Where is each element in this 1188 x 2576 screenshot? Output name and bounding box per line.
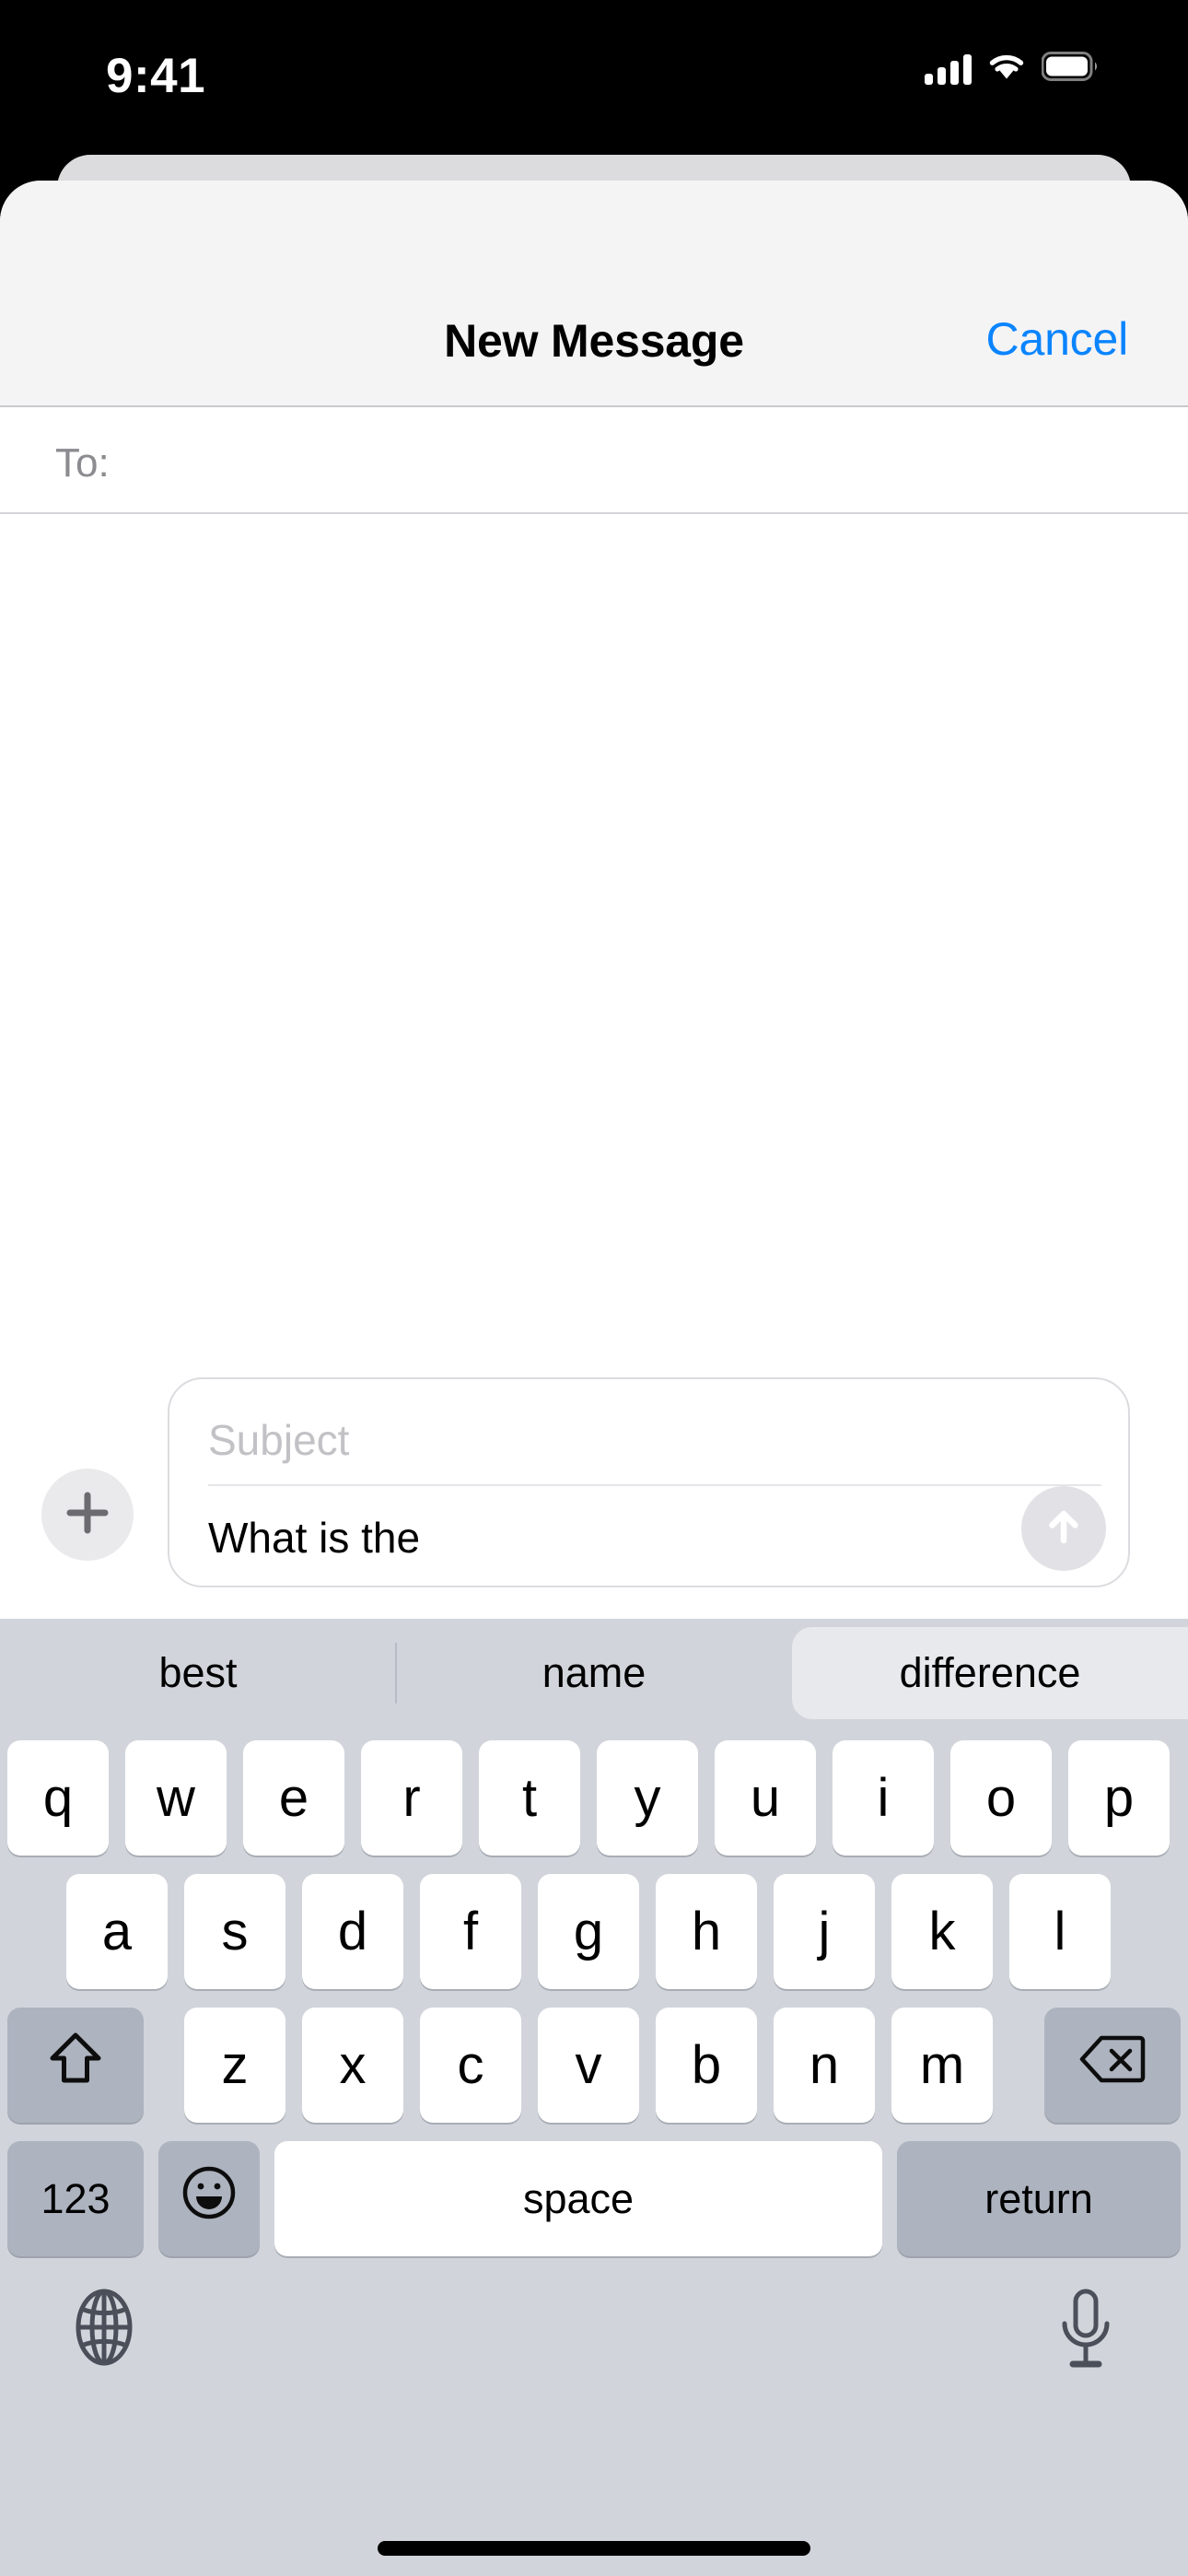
- key-v[interactable]: v: [538, 2008, 639, 2123]
- compose-input-bubble[interactable]: Subject What is the: [168, 1377, 1130, 1587]
- to-field-label: To:: [55, 440, 110, 486]
- message-text-input[interactable]: What is the: [208, 1493, 1019, 1582]
- key-w[interactable]: w: [125, 1740, 227, 1856]
- key-j[interactable]: j: [774, 1874, 875, 1989]
- prediction-candidate-selected[interactable]: difference: [792, 1627, 1188, 1719]
- wifi-icon: [986, 51, 1027, 87]
- key-x[interactable]: x: [302, 2008, 403, 2123]
- numbers-key[interactable]: 123: [7, 2141, 144, 2256]
- plus-icon: [62, 1487, 113, 1543]
- key-p[interactable]: p: [1068, 1740, 1170, 1856]
- delete-backward-icon: [1078, 2033, 1147, 2098]
- key-y[interactable]: y: [597, 1740, 698, 1856]
- backspace-key[interactable]: [1044, 2008, 1181, 2123]
- prediction-candidate[interactable]: best: [0, 1619, 396, 1727]
- home-indicator: [378, 2541, 810, 2556]
- keyboard-row-4: 123 space return: [0, 2141, 1188, 2256]
- status-bar-time: 9:41: [106, 49, 206, 103]
- key-k[interactable]: k: [891, 1874, 993, 1989]
- keyboard-utility-row: [0, 2277, 1188, 2442]
- space-key[interactable]: space: [274, 2141, 882, 2256]
- navigation-header: New Message Cancel: [0, 181, 1188, 407]
- key-z[interactable]: z: [184, 2008, 285, 2123]
- key-i[interactable]: i: [833, 1740, 934, 1856]
- key-b[interactable]: b: [656, 2008, 757, 2123]
- status-bar: 9:41: [0, 0, 1188, 147]
- key-g[interactable]: g: [538, 1874, 639, 1989]
- key-a[interactable]: a: [66, 1874, 168, 1989]
- subject-input[interactable]: Subject: [208, 1399, 1074, 1481]
- keyboard-row-1: q w e r t y u i o p: [0, 1740, 1188, 1856]
- key-h[interactable]: h: [656, 1874, 757, 1989]
- key-t[interactable]: t: [479, 1740, 580, 1856]
- globe-icon[interactable]: [63, 2286, 146, 2369]
- microphone-icon[interactable]: [1053, 2286, 1119, 2374]
- attach-button[interactable]: [41, 1469, 134, 1561]
- key-q[interactable]: q: [7, 1740, 109, 1856]
- key-r[interactable]: r: [361, 1740, 462, 1856]
- iphone-screen: 9:41 New Message Cancel To: Subject What…: [0, 0, 1188, 2576]
- arrow-up-icon: [1039, 1502, 1089, 1556]
- predictive-text-bar: best name difference: [0, 1619, 1188, 1727]
- shift-key[interactable]: [7, 2008, 144, 2123]
- key-o[interactable]: o: [950, 1740, 1052, 1856]
- prediction-candidate[interactable]: name: [396, 1619, 792, 1727]
- subject-placeholder: Subject: [208, 1416, 350, 1464]
- key-m[interactable]: m: [891, 2008, 993, 2123]
- key-d[interactable]: d: [302, 1874, 403, 1989]
- shift-arrow-up-icon: [47, 2029, 104, 2102]
- cellular-signal-icon: [925, 53, 972, 85]
- on-screen-keyboard: best name difference q w e r t y u i o p…: [0, 1619, 1188, 2576]
- message-text-value: What is the: [208, 1514, 421, 1562]
- status-bar-indicators: [925, 51, 1101, 87]
- key-f[interactable]: f: [420, 1874, 521, 1989]
- send-button[interactable]: [1021, 1486, 1106, 1571]
- cancel-button[interactable]: Cancel: [986, 312, 1129, 366]
- key-l[interactable]: l: [1009, 1874, 1111, 1989]
- key-n[interactable]: n: [774, 2008, 875, 2123]
- key-e[interactable]: e: [243, 1740, 344, 1856]
- key-s[interactable]: s: [184, 1874, 285, 1989]
- key-u[interactable]: u: [715, 1740, 816, 1856]
- keyboard-row-2: a s d f g h j k l: [0, 1874, 1188, 1989]
- recipient-row[interactable]: To:: [0, 407, 1188, 514]
- bubble-divider: [208, 1484, 1101, 1486]
- key-c[interactable]: c: [420, 2008, 521, 2123]
- return-key[interactable]: return: [897, 2141, 1181, 2256]
- battery-full-icon: [1041, 52, 1101, 86]
- smiley-face-icon: [181, 2164, 238, 2234]
- keyboard-row-3: z x c v b n m: [0, 2008, 1188, 2123]
- emoji-key[interactable]: [158, 2141, 260, 2256]
